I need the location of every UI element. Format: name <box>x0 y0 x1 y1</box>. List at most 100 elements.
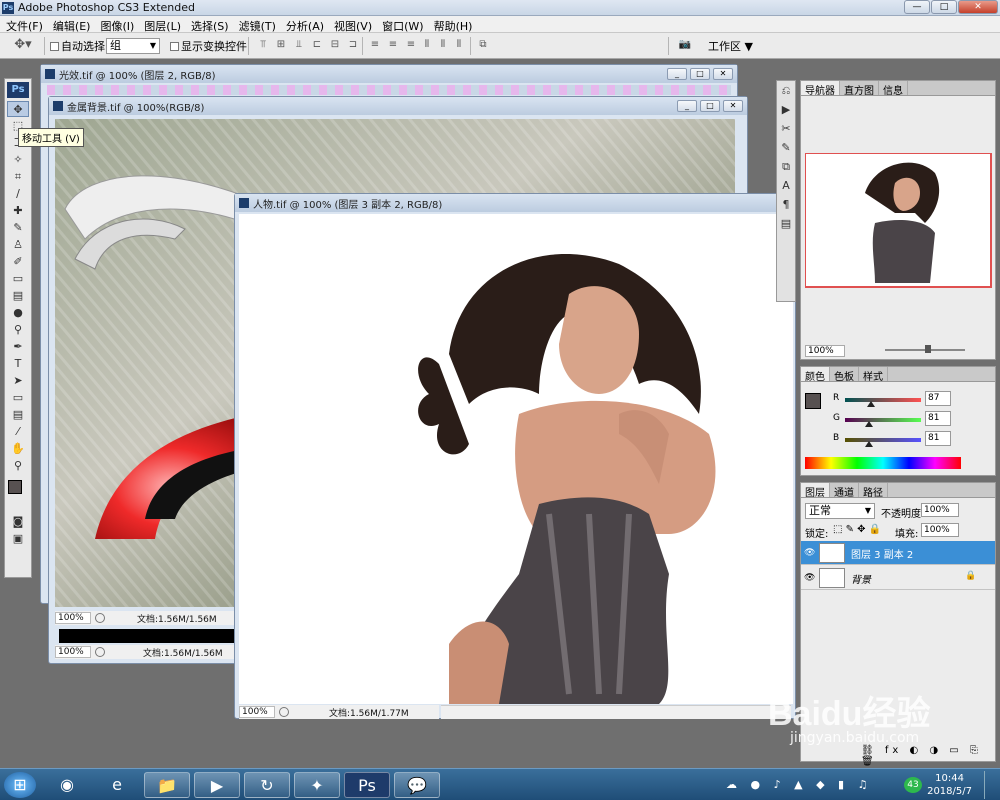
zoom-tool-icon[interactable]: ⚲ <box>7 458 29 474</box>
crop-tool-icon[interactable]: ⌗ <box>7 169 29 185</box>
clone-source-icon[interactable]: ⧉ <box>778 160 794 176</box>
tab-styles[interactable]: 样式 <box>859 367 888 383</box>
pen-tool-icon[interactable]: ✒ <box>7 339 29 355</box>
history-brush-icon[interactable]: ✐ <box>7 254 29 270</box>
menu-select[interactable]: 选择(S) <box>185 16 233 33</box>
b-thumb[interactable] <box>865 441 873 447</box>
tab-navigator[interactable]: 导航器 <box>801 81 840 97</box>
actions-panel-icon[interactable]: ▶ <box>778 103 794 119</box>
minimize-button[interactable]: — <box>904 0 930 14</box>
doc-size-info[interactable]: 文档:1.56M/1.56M <box>143 646 223 659</box>
r-value[interactable]: 87 <box>925 391 951 406</box>
doc-size-info[interactable]: 文档:1.56M/1.56M <box>137 612 217 625</box>
navigator-preview[interactable] <box>805 153 993 289</box>
layer-name[interactable]: 图层 3 副本 2 <box>851 546 913 561</box>
shape-tool-icon[interactable]: ▭ <box>7 390 29 406</box>
status-info-icon[interactable] <box>95 613 105 623</box>
doc-close-button[interactable]: ✕ <box>713 68 733 80</box>
status-info-icon[interactable] <box>95 647 105 657</box>
layer-row[interactable]: 👁 图层 3 副本 2 <box>801 541 995 565</box>
zoom-field[interactable]: 100% <box>55 612 91 624</box>
layer-name[interactable]: 背景 <box>851 571 871 586</box>
qq-browser-icon[interactable]: ◉ <box>44 772 90 798</box>
magic-wand-tool-icon[interactable]: ✧ <box>7 152 29 168</box>
tray-icons[interactable]: ☁ ● ♪ ▲ ◆ ▮ ♫ <box>726 778 872 791</box>
align-left-icon[interactable]: ⊏ <box>310 39 324 51</box>
clone-stamp-icon[interactable]: ♙ <box>7 237 29 253</box>
tools-presets-icon[interactable]: ✂ <box>778 122 794 138</box>
ie-browser-icon[interactable]: e <box>94 772 140 798</box>
doc-window-person[interactable]: 人物.tif @ 100% (图层 3 副本 2, RGB/8) 100% 文档… <box>234 193 796 719</box>
paragraph-panel-icon[interactable]: ¶ <box>778 198 794 214</box>
navigator-zoom-field[interactable]: 100% <box>805 345 845 357</box>
type-tool-icon[interactable]: T <box>7 356 29 372</box>
tab-color[interactable]: 颜色 <box>801 367 830 383</box>
wechat-icon[interactable]: 💬 <box>394 772 440 798</box>
quick-mask-icon[interactable]: ◙ <box>7 514 29 530</box>
tab-histogram[interactable]: 直方图 <box>840 81 879 97</box>
eyedropper-tool-icon[interactable]: ⁄ <box>7 424 29 440</box>
color-ramp[interactable] <box>805 457 961 469</box>
file-explorer-icon[interactable]: 📁 <box>144 772 190 798</box>
align-bottom-icon[interactable]: ⫫ <box>292 39 306 51</box>
move-tool-preset-icon[interactable]: ✥▾ <box>10 38 36 51</box>
blur-tool-icon[interactable]: ● <box>7 305 29 321</box>
g-thumb[interactable] <box>865 421 873 427</box>
notes-tool-icon[interactable]: ▤ <box>7 407 29 423</box>
g-value[interactable]: 81 <box>925 411 951 426</box>
gradient-tool-icon[interactable]: ▤ <box>7 288 29 304</box>
distribute-bottom-icon[interactable]: ≡ <box>404 39 418 51</box>
menu-image[interactable]: 图像(I) <box>94 16 138 33</box>
brushes-panel-icon[interactable]: ✎ <box>778 141 794 157</box>
opacity-field[interactable]: 100% <box>921 503 959 517</box>
tab-layers[interactable]: 图层 <box>801 483 830 499</box>
distribute-right-icon[interactable]: ⦀ <box>452 39 466 51</box>
path-selection-icon[interactable]: ➤ <box>7 373 29 389</box>
b-value[interactable]: 81 <box>925 431 951 446</box>
start-button[interactable]: ⊞ <box>4 772 36 798</box>
show-transform-checkbox[interactable]: 显示变换控件 <box>170 38 247 54</box>
doc-maximize-button[interactable]: □ <box>700 100 720 112</box>
dodge-tool-icon[interactable]: ⚲ <box>7 322 29 338</box>
menu-layer[interactable]: 图层(L) <box>138 16 185 33</box>
auto-align-icon[interactable]: ⧉ <box>476 39 490 51</box>
lock-icons[interactable]: ⬚ ✎ ✥ 🔒 <box>833 524 881 535</box>
layer-footer-buttons[interactable]: ⛓ fx ◐ ◑ ▭ ⎘ 🗑 <box>861 745 995 767</box>
align-vcenter-icon[interactable]: ⊞ <box>274 39 288 51</box>
tray-badge[interactable]: 43 <box>904 777 922 793</box>
menu-analysis[interactable]: 分析(A) <box>280 16 328 33</box>
close-button[interactable]: ✕ <box>958 0 998 14</box>
360-security-icon[interactable]: ↻ <box>244 772 290 798</box>
horizontal-scrollbar[interactable] <box>441 705 791 719</box>
show-desktop-button[interactable] <box>984 771 998 799</box>
eraser-tool-icon[interactable]: ▭ <box>7 271 29 287</box>
menu-help[interactable]: 帮助(H) <box>428 16 477 33</box>
history-panel-icon[interactable]: ⎌ <box>778 84 794 100</box>
align-hcenter-icon[interactable]: ⊟ <box>328 39 342 51</box>
auto-select-dropdown[interactable]: 组 ▼ <box>106 38 160 54</box>
media-player-icon[interactable]: ▶ <box>194 772 240 798</box>
fill-field[interactable]: 100% <box>921 523 959 537</box>
eye-icon[interactable]: 👁 <box>804 573 815 583</box>
status-info-icon[interactable] <box>279 707 289 717</box>
character-panel-icon[interactable]: A <box>778 179 794 195</box>
menu-view[interactable]: 视图(V) <box>328 16 376 33</box>
distribute-vcenter-icon[interactable]: ≡ <box>386 39 400 51</box>
color-swatches[interactable] <box>7 478 29 510</box>
align-right-icon[interactable]: ⊐ <box>346 39 360 51</box>
color-fg-swatch[interactable] <box>805 393 821 409</box>
tab-swatches[interactable]: 色板 <box>830 367 859 383</box>
doc-maximize-button[interactable]: □ <box>690 68 710 80</box>
tab-paths[interactable]: 路径 <box>859 483 888 499</box>
align-top-icon[interactable]: ⫪ <box>256 39 270 51</box>
doc-size-info[interactable]: 文档:1.56M/1.77M <box>329 706 409 719</box>
distribute-top-icon[interactable]: ≡ <box>368 39 382 51</box>
doc-minimize-button[interactable]: _ <box>677 100 697 112</box>
menu-file[interactable]: 文件(F) <box>0 16 47 33</box>
doc-close-button[interactable]: ✕ <box>723 100 743 112</box>
photoshop-taskbar-icon[interactable]: Ps <box>344 772 390 798</box>
r-thumb[interactable] <box>867 401 875 407</box>
distribute-hcenter-icon[interactable]: ⦀ <box>436 39 450 51</box>
tab-info[interactable]: 信息 <box>879 81 908 97</box>
foreground-color-swatch[interactable] <box>8 480 22 494</box>
